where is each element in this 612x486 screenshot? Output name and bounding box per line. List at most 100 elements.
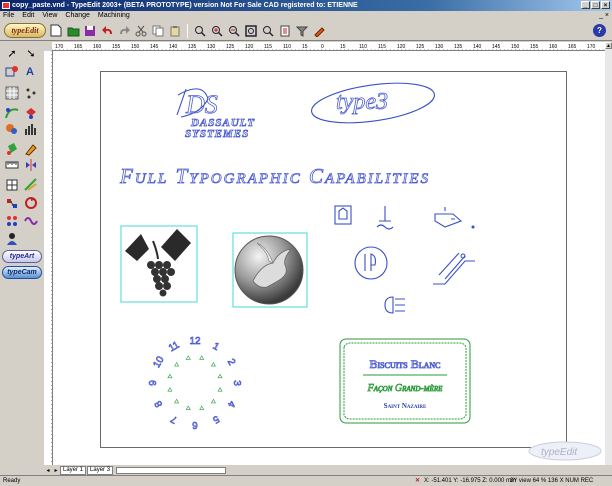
systemes-text: SYSTEMES [185, 128, 249, 140]
biscuit-label: Biscuits Blanc Façon Grand-mère Saint Na… [339, 338, 471, 424]
zoom-window-icon[interactable] [244, 24, 258, 38]
typeedit-logo-button[interactable]: typeEdit [4, 23, 46, 38]
clock-marker [167, 387, 173, 392]
clock-marker [185, 405, 191, 410]
pencil-icon[interactable] [312, 24, 326, 38]
cut-icon[interactable] [134, 24, 148, 38]
filter-icon[interactable] [295, 24, 309, 38]
label-line3: Saint Nazaire [384, 402, 427, 410]
ruler-label: 125 [226, 44, 235, 50]
vertical-scrollbar[interactable]: ▲ [605, 42, 612, 465]
ruler-label: 115 [378, 44, 386, 50]
clock-marker [199, 405, 205, 410]
copy-icon[interactable] [151, 24, 165, 38]
app-icon [2, 2, 10, 9]
grid-icon[interactable] [3, 84, 21, 102]
menu-machining[interactable]: Machining [98, 11, 130, 21]
dassault-logo: DS DASSAULT SYSTEMES [176, 88, 255, 140]
rotate-tool-icon[interactable] [22, 194, 40, 212]
error-icon: ✕ [415, 478, 421, 484]
oil-can-pictogram [434, 207, 463, 228]
clock-numeral: 2 [225, 357, 238, 368]
menu-edit[interactable]: Edit [22, 11, 34, 21]
clock-numeral: 3 [231, 380, 242, 386]
ruler-label: 155 [530, 44, 539, 50]
path-tool-icon[interactable] [3, 194, 21, 212]
paste-icon[interactable] [168, 24, 182, 38]
menu-change[interactable]: Change [65, 11, 90, 21]
ruler-label: 150 [131, 44, 140, 50]
clock-face: 12 12 3 45 6 78 9 1011 [148, 336, 243, 431]
save-file-icon[interactable] [83, 24, 97, 38]
open-file-icon[interactable] [66, 24, 80, 38]
close-button[interactable]: × [601, 1, 610, 9]
chart-tool-icon[interactable] [22, 120, 40, 138]
line-tool-icon[interactable] [22, 176, 40, 194]
text-tool-icon[interactable]: A [22, 62, 40, 80]
watermark-text: typeEdit [541, 447, 578, 458]
left-toolbar: ➚ ➘ A typeArt typeCam [0, 42, 44, 474]
layer-tab-3[interactable]: Layer 3 [87, 465, 114, 475]
clock-numeral: 10 [151, 354, 166, 370]
zoom-icon[interactable] [193, 24, 207, 38]
ruler-label: 140 [473, 44, 482, 50]
ruler-label: 135 [454, 44, 463, 50]
clock-numeral: 12 [189, 336, 201, 347]
horizontal-scrollbar[interactable] [116, 466, 227, 474]
status-view: 3Y view 64 % 136 X NUM REC [510, 478, 594, 484]
frame-tool-icon[interactable] [3, 176, 21, 194]
layer-tab-1[interactable]: Layer 1 [60, 465, 87, 475]
typeart-button[interactable]: typeArt [2, 250, 42, 263]
scroll-up-button[interactable]: ▲ [605, 42, 612, 49]
type3-text: type3 [336, 89, 388, 115]
properties-icon[interactable] [278, 24, 292, 38]
ruler-label: 110 [283, 44, 291, 50]
select-arrow-icon[interactable]: ➚ [3, 44, 21, 62]
ruler-label: 135 [188, 44, 197, 50]
typecam-button[interactable]: typeCam [2, 266, 42, 279]
menu-file[interactable]: File [3, 11, 14, 21]
minimize-button[interactable]: _ [581, 1, 590, 9]
zoom-in-icon[interactable] [210, 24, 224, 38]
node-edit-icon[interactable]: ➘ [22, 44, 40, 62]
transform-icon[interactable] [3, 62, 21, 80]
ruler-label: 110 [359, 44, 367, 50]
clock-marker [217, 387, 223, 392]
person-tool-icon[interactable] [3, 230, 21, 248]
measure-tool-icon[interactable] [3, 156, 21, 174]
water-level-pictogram [376, 206, 394, 230]
clock-marker [217, 373, 223, 379]
mirror-tool-icon[interactable] [22, 156, 40, 174]
array-tool-icon[interactable] [3, 212, 21, 230]
layer-prev-icon[interactable]: ◂ [44, 467, 52, 474]
label-line1: Biscuits Blanc [369, 357, 440, 371]
new-file-icon[interactable] [49, 24, 63, 38]
horizontal-ruler: 170 165 160 155 150 145 140 135 130 125 120 115 110 1… [52, 42, 605, 51]
pattern-tool-icon[interactable] [22, 212, 40, 230]
clock-marker [210, 361, 216, 367]
type3-logo: type3 [311, 82, 435, 124]
title-bar: copy_paste.vnd - TypeEdit 2003+ (BETA PR… [0, 0, 612, 11]
undo-icon[interactable] [100, 24, 114, 38]
zoom-all-icon[interactable] [261, 24, 275, 38]
mdi-controls[interactable]: _ × [599, 11, 609, 21]
layer-next-icon[interactable]: ▸ [52, 467, 60, 474]
ruler-label: 115 [264, 44, 272, 50]
clock-numeral: 7 [169, 413, 180, 426]
ruler-label: 155 [112, 44, 121, 50]
pegasus-medallion [234, 235, 304, 305]
ruler-label: 120 [245, 44, 254, 50]
redo-icon[interactable] [117, 24, 131, 38]
menu-view[interactable]: View [42, 11, 57, 21]
maximize-button[interactable]: □ [591, 1, 600, 9]
drawing-canvas[interactable]: DS DASSAULT SYSTEMES type3 Full Typograp… [53, 51, 605, 465]
help-icon[interactable]: ? [593, 24, 606, 37]
clock-numeral: 9 [148, 380, 159, 386]
color-tool-icon[interactable] [3, 120, 21, 138]
ruler-label: 15 [302, 44, 308, 50]
snap-points-icon[interactable] [22, 84, 40, 102]
zoom-out-icon[interactable] [227, 24, 241, 38]
clock-marker [199, 355, 205, 360]
ruler-label: 145 [492, 44, 501, 50]
menu-bar: File Edit View Change Machining _ × [0, 11, 612, 21]
